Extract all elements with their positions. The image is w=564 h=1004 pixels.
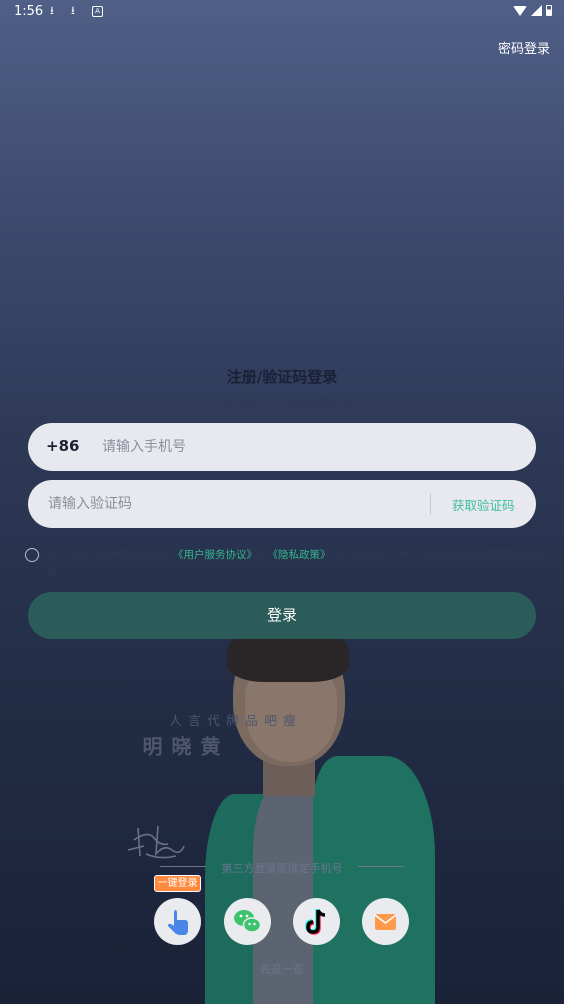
wechat-login-button[interactable] bbox=[224, 898, 271, 945]
one-key-login-badge: 一键登录 bbox=[154, 875, 201, 892]
tiktok-login-button[interactable] bbox=[293, 898, 340, 945]
cellular-signal-icon bbox=[531, 5, 542, 16]
one-key-login-icon bbox=[168, 910, 188, 935]
status-bar: 1:56 ⭳ ⭳ A bbox=[0, 0, 564, 24]
browse-first-link[interactable]: 先逛一逛 bbox=[0, 961, 564, 977]
third-party-title: 第三方登录需绑定手机号 bbox=[221, 862, 343, 875]
status-time: 1:56 bbox=[14, 4, 44, 19]
endorser-photo bbox=[205, 624, 435, 1004]
phone-input[interactable] bbox=[102, 431, 502, 463]
mail-login-button[interactable] bbox=[362, 898, 409, 945]
agreement-prefix: 我已阅读并同意瘦吧减脂的 bbox=[47, 549, 173, 561]
download-icon: ⭳ bbox=[50, 4, 54, 17]
endorser-role: 瘦吧品牌代言人 bbox=[167, 714, 296, 727]
app-notification-icon: A bbox=[92, 6, 103, 17]
privacy-policy-link[interactable]: 《隐私政策》 bbox=[268, 549, 326, 561]
verification-code-field: 获取验证码 bbox=[28, 480, 536, 528]
password-login-link[interactable]: 密码登录 bbox=[498, 38, 550, 57]
one-key-login-button[interactable] bbox=[154, 898, 201, 945]
phone-field: +86 bbox=[28, 423, 536, 471]
user-agreement-link[interactable]: 《用户服务协议》 bbox=[173, 549, 257, 561]
agreement-checkbox[interactable] bbox=[25, 548, 39, 562]
status-icons bbox=[513, 5, 552, 16]
wifi-icon bbox=[513, 5, 527, 16]
agreement-text: 我已阅读并同意瘦吧减脂的《用户服务协议》和《隐私政策》，未注册的手机号验证后将自… bbox=[47, 546, 547, 584]
divider bbox=[430, 493, 431, 515]
wechat-icon bbox=[234, 910, 262, 933]
page-title: 注册/验证码登录 bbox=[226, 368, 338, 386]
download-icon: ⭳ bbox=[71, 4, 75, 17]
endorser-name: 黄晓明 bbox=[139, 736, 221, 757]
get-code-button[interactable]: 获取验证码 bbox=[452, 495, 515, 514]
agreement-and: 和 bbox=[257, 549, 268, 561]
login-button[interactable]: 登录 bbox=[28, 592, 536, 639]
country-code[interactable]: +86 bbox=[46, 437, 79, 455]
verification-code-input[interactable] bbox=[48, 488, 408, 520]
battery-icon bbox=[546, 5, 552, 16]
page-subtitle: 登录领取个人易瘦指数报告 bbox=[209, 395, 354, 409]
signature bbox=[127, 825, 185, 859]
divider bbox=[358, 866, 404, 867]
tiktok-icon bbox=[305, 909, 326, 935]
mail-icon bbox=[374, 914, 397, 930]
